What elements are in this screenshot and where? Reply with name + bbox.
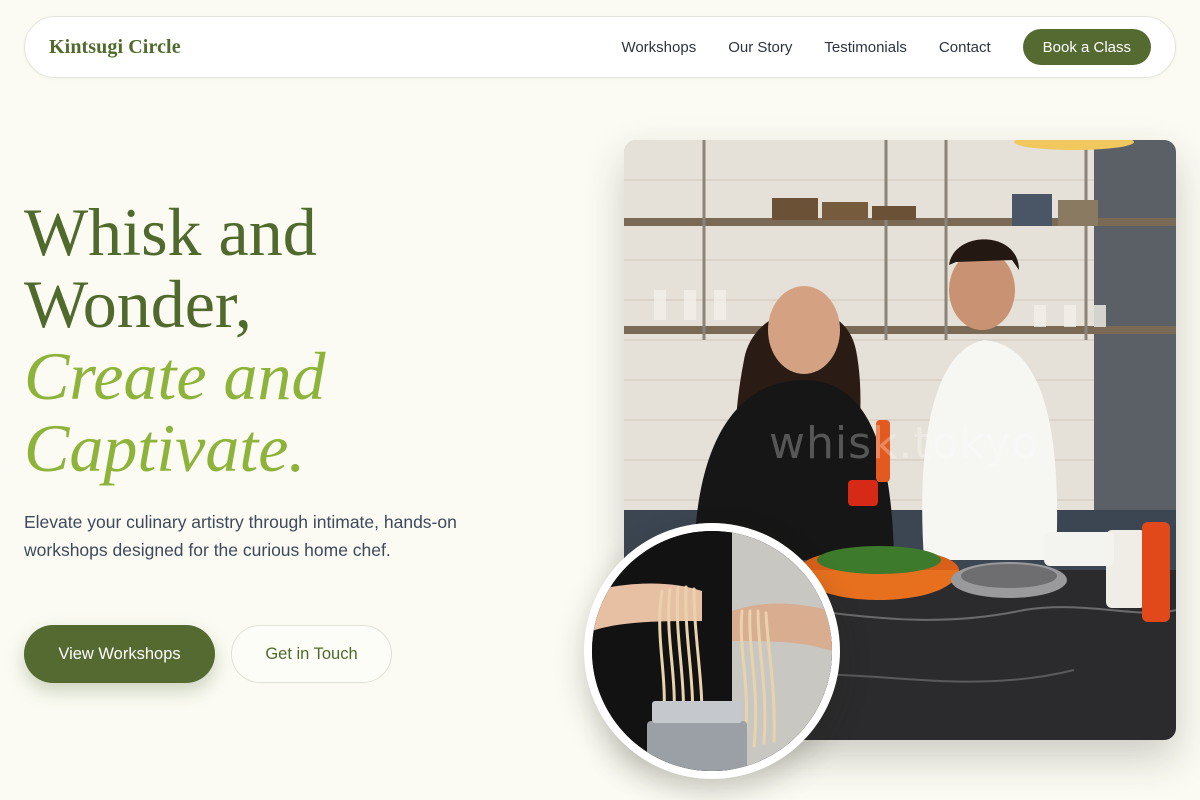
hero-title: Whisk and Wonder, Create and Captivate.	[24, 196, 544, 484]
nav-link-our-story[interactable]: Our Story	[728, 39, 792, 56]
book-class-button[interactable]: Book a Class	[1022, 29, 1151, 65]
hero-title-line-2: Wonder,	[24, 266, 252, 342]
hero-title-accent-line-1: Create and	[24, 338, 326, 414]
image-watermark: whisk.tokyo	[769, 418, 1040, 469]
pasta-photo	[592, 531, 832, 771]
brand-logo[interactable]: Kintsugi Circle	[49, 36, 181, 59]
hero-title-line-1: Whisk and	[24, 194, 317, 270]
nav-link-testimonials[interactable]: Testimonials	[824, 39, 907, 56]
get-in-touch-button[interactable]: Get in Touch	[231, 625, 392, 683]
nav-link-contact[interactable]: Contact	[939, 39, 991, 56]
view-workshops-button[interactable]: View Workshops	[24, 625, 215, 683]
inset-photo-frame	[584, 523, 840, 779]
hero-title-accent-line-2: Captivate.	[24, 410, 306, 486]
page: Kintsugi Circle Workshops Our Story Test…	[0, 0, 1200, 800]
top-navbar: Kintsugi Circle Workshops Our Story Test…	[24, 16, 1176, 78]
hero-description: Elevate your culinary artistry through i…	[24, 512, 457, 560]
nav-link-workshops[interactable]: Workshops	[621, 39, 696, 56]
nav-links: Workshops Our Story Testimonials Contact…	[621, 29, 1151, 65]
